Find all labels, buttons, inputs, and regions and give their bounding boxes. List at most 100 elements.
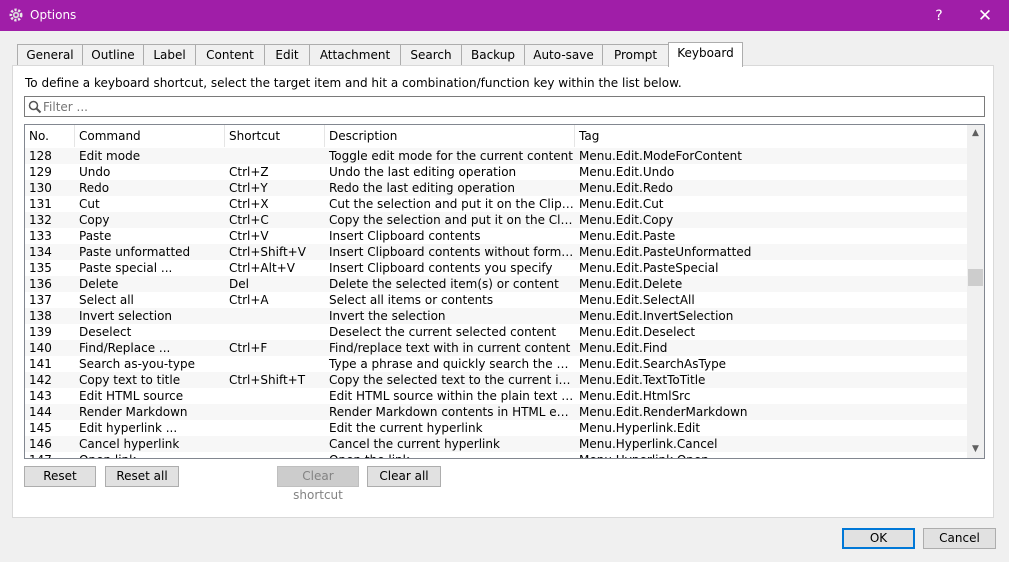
clear-all-button[interactable]: Clear all [367, 466, 441, 487]
cell-tag: Menu.Edit.SearchAsType [579, 357, 727, 371]
cell-description: Redo the last editing operation [329, 181, 515, 195]
scroll-up-arrow-icon[interactable]: ▲ [967, 125, 984, 142]
table-row[interactable]: 132 Copy Ctrl+C Copy the selection and put … [25, 212, 967, 228]
filter-input[interactable] [43, 97, 973, 116]
cell-description: Cut the selection and put it on the Clip… [329, 197, 575, 211]
cell-shortcut: Ctrl+Shift+T [229, 373, 306, 387]
title-bar[interactable]: Options ? ✕ [0, 0, 1009, 31]
cell-shortcut [225, 324, 325, 340]
scroll-thumb[interactable] [968, 269, 983, 286]
table-row[interactable]: 135 Paste special ... Ctrl+Alt+V Insert Cli… [25, 260, 967, 276]
table-row[interactable]: 137 Select all Ctrl+A Select all items or c… [25, 292, 967, 308]
table-row[interactable]: 146 Cancel hyperlink Cancel the current hy… [25, 436, 967, 452]
tab-general[interactable]: General [17, 44, 83, 66]
cell-description: Deselect the current selected content [329, 325, 557, 339]
table-row[interactable]: 129 Undo Ctrl+Z Undo the last editing opera… [25, 164, 967, 180]
cell-command: Copy text to title [79, 373, 181, 387]
close-icon: ✕ [977, 5, 993, 26]
cell-no: 145 [29, 421, 52, 435]
scroll-down-arrow-icon[interactable]: ▼ [967, 441, 984, 458]
tab-auto-save[interactable]: Auto-save [524, 44, 603, 66]
close-button[interactable]: ✕ [962, 0, 1008, 31]
cell-tag: Menu.Edit.TextToTitle [579, 373, 706, 387]
table-row[interactable]: 145 Edit hyperlink ... Edit the current hy… [25, 420, 967, 436]
cell-description: Open the link [325, 452, 575, 458]
table-row[interactable]: 133 Paste Ctrl+V Insert Clipboard contents M… [25, 228, 967, 244]
cell-command: Cut [79, 197, 100, 211]
cell-shortcut [225, 452, 325, 458]
cell-tag: Menu.Edit.Paste [579, 229, 676, 243]
cell-shortcut [225, 420, 325, 436]
tab-keyboard[interactable]: Keyboard [668, 42, 743, 67]
tab-content[interactable]: Content [195, 44, 265, 66]
cell-shortcut: Ctrl+A [229, 293, 269, 307]
cell-no: 134 [29, 245, 52, 259]
cell-command: Invert selection [79, 309, 173, 323]
cell-tag: Menu.Edit.ModeForContent [579, 149, 742, 163]
cell-shortcut [225, 308, 325, 324]
cell-shortcut: Ctrl+C [229, 213, 269, 227]
table-row[interactable]: 143 Edit HTML source Edit HTML source with… [25, 388, 967, 404]
cell-tag: Menu.Edit.InvertSelection [579, 309, 734, 323]
cell-no: 138 [29, 309, 52, 323]
table-row[interactable]: 141 Search as-you-type Type a phrase and q… [25, 356, 967, 372]
help-button[interactable]: ? [916, 0, 962, 31]
table-row[interactable]: 140 Find/Replace ... Ctrl+F Find/replace te… [25, 340, 967, 356]
column-header-no[interactable]: No. [25, 125, 75, 147]
cell-command: Search as-you-type [79, 357, 195, 371]
table-row[interactable]: 142 Copy text to title Ctrl+Shift+T Copy th… [25, 372, 967, 388]
table-row[interactable]: 139 Deselect Deselect the current selected… [25, 324, 967, 340]
table-row[interactable]: 147Open link Open the linkMenu.Hyperlink.… [25, 452, 967, 458]
tab-backup[interactable]: Backup [461, 44, 525, 66]
cell-tag: Menu.Edit.Cut [579, 197, 664, 211]
cell-description: Type a phrase and quickly search the cur… [329, 357, 575, 371]
cell-no: 132 [29, 213, 52, 227]
window-title: Options [30, 8, 77, 22]
cell-command: Deselect [79, 325, 132, 339]
cell-tag: Menu.Edit.Redo [579, 181, 673, 195]
cell-tag: Menu.Edit.Copy [579, 213, 674, 227]
table-row[interactable]: 136 Delete Del Delete the selected item(s) … [25, 276, 967, 292]
tab-outline[interactable]: Outline [82, 44, 144, 66]
cell-command: Edit HTML source [79, 389, 184, 403]
table-row[interactable]: 144 Render Markdown Render Markdown conten… [25, 404, 967, 420]
cell-tag: Menu.Edit.PasteSpecial [579, 261, 719, 275]
column-header-description[interactable]: Description [325, 125, 575, 147]
column-header-tag[interactable]: Tag [575, 125, 967, 147]
cell-no: 146 [29, 437, 52, 451]
cell-description: Undo the last editing operation [329, 165, 517, 179]
cancel-button[interactable]: Cancel [923, 528, 996, 549]
cell-command: Copy [79, 213, 110, 227]
reset-all-button[interactable]: Reset all [105, 466, 179, 487]
keyboard-hint: To define a keyboard shortcut, select th… [25, 76, 682, 90]
vertical-scrollbar[interactable]: ▲ ▼ [967, 125, 984, 458]
column-header-shortcut[interactable]: Shortcut [225, 125, 325, 147]
cell-no: 137 [29, 293, 52, 307]
clear-shortcut-button[interactable]: Clear shortcut [277, 466, 359, 502]
shortcut-list[interactable]: No. Command Shortcut Description Tag 128… [24, 124, 985, 459]
cell-shortcut [225, 356, 325, 372]
cell-shortcut [225, 404, 325, 420]
cell-command: Redo [79, 181, 110, 195]
reset-button[interactable]: Reset [24, 466, 96, 487]
ok-button[interactable]: OK [842, 528, 915, 549]
cell-command: Render Markdown [79, 405, 188, 419]
cell-tag: Menu.Edit.Deselect [579, 325, 696, 339]
cell-tag: Menu.Hyperlink.Cancel [579, 437, 718, 451]
tab-label[interactable]: Label [143, 44, 196, 66]
table-row[interactable]: 134 Paste unformatted Ctrl+Shift+V Insert C… [25, 244, 967, 260]
cell-shortcut: Ctrl+Shift+V [229, 245, 306, 259]
table-row[interactable]: 131 Cut Ctrl+X Cut the selection and put it… [25, 196, 967, 212]
table-row[interactable]: 128 Edit mode Toggle edit mode for the cur… [25, 148, 967, 164]
tab-attachment[interactable]: Attachment [309, 44, 401, 66]
cell-no: 140 [29, 341, 52, 355]
cell-description: Toggle edit mode for the current content [329, 149, 573, 163]
tab-search[interactable]: Search [400, 44, 462, 66]
cell-tag: Menu.Hyperlink.Open [575, 452, 967, 458]
table-row[interactable]: 130 Redo Ctrl+Y Redo the last editing opera… [25, 180, 967, 196]
tab-prompt[interactable]: Prompt [602, 44, 669, 66]
column-header-command[interactable]: Command [75, 125, 225, 147]
filter-box[interactable] [24, 96, 985, 117]
table-row[interactable]: 138 Invert selection Invert the selection M… [25, 308, 967, 324]
tab-edit[interactable]: Edit [264, 44, 310, 66]
